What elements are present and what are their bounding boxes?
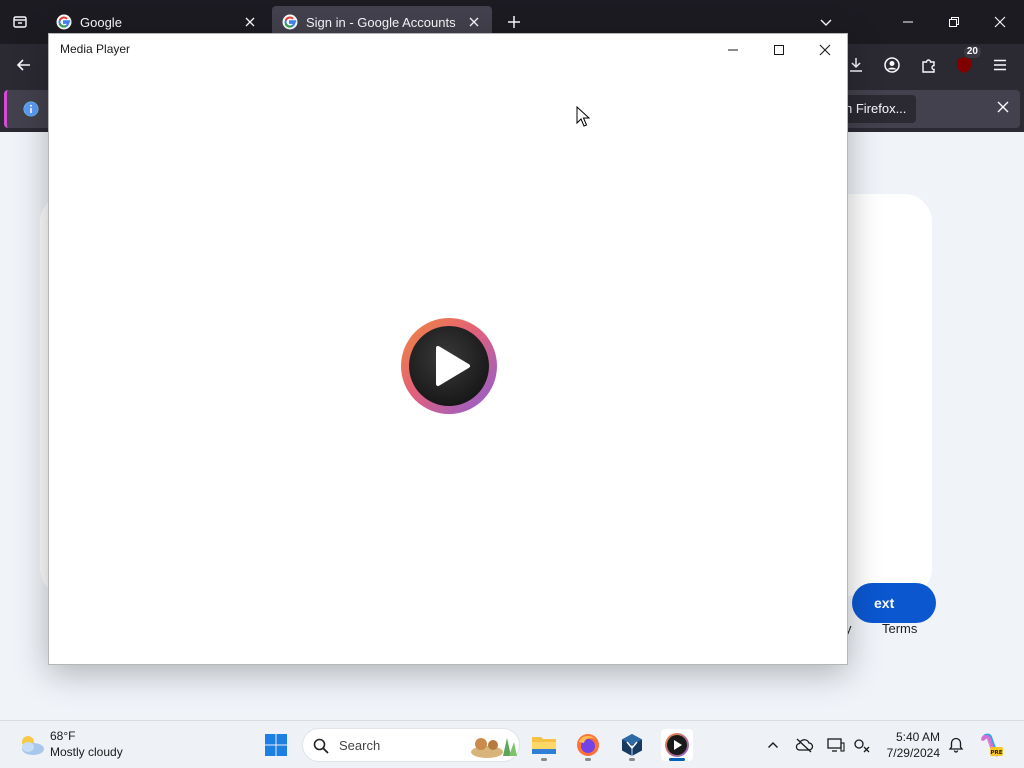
svg-text:PRE: PRE: [990, 750, 1002, 756]
running-indicator: [585, 758, 591, 761]
close-icon[interactable]: [811, 38, 839, 62]
window-title: Media Player: [60, 42, 131, 56]
virtualbox-icon[interactable]: [616, 729, 648, 761]
running-indicator: [629, 758, 635, 761]
volume-muted-icon[interactable]: [852, 735, 872, 755]
clock-date[interactable]: 7/29/2024: [880, 746, 940, 760]
media-player-logo-icon: [401, 318, 497, 414]
running-indicator: [541, 758, 547, 761]
mouse-cursor-icon: [576, 106, 590, 127]
tab-title: Sign in - Google Accounts: [306, 14, 456, 30]
show-hidden-icons-chevron-up-icon[interactable]: [763, 735, 783, 755]
file-explorer-icon[interactable]: [528, 729, 560, 761]
windows-taskbar: 68°F Mostly cloudy Search 5:40 AM 7/29/2…: [0, 720, 1024, 768]
hamburger-menu-icon[interactable]: [987, 52, 1013, 78]
media-player-taskbar-icon[interactable]: [661, 729, 693, 761]
google-favicon-icon: [56, 14, 72, 30]
windows-start-icon[interactable]: [260, 729, 292, 761]
browser-restore-icon[interactable]: [942, 10, 966, 34]
firefox-view-icon[interactable]: [8, 10, 32, 34]
close-tab-icon[interactable]: [466, 14, 482, 30]
notification-bell-icon[interactable]: [946, 735, 966, 755]
minimize-icon[interactable]: [719, 38, 747, 62]
weather-condition[interactable]: Mostly cloudy: [50, 745, 123, 759]
partly-cloudy-weather-icon[interactable]: [16, 732, 46, 758]
info-icon: [23, 101, 39, 117]
active-indicator: [669, 758, 685, 761]
search-icon: [313, 738, 329, 754]
extensions-puzzle-icon[interactable]: [916, 52, 942, 78]
network-display-icon[interactable]: [826, 735, 846, 755]
maximize-icon[interactable]: [765, 38, 793, 62]
next-button[interactable]: ext: [852, 583, 936, 623]
copilot-icon[interactable]: PRE: [980, 733, 1004, 757]
account-icon[interactable]: [879, 52, 905, 78]
back-arrow-icon[interactable]: [11, 52, 37, 78]
onedrive-offline-icon[interactable]: [794, 735, 814, 755]
browser-minimize-icon[interactable]: [896, 10, 920, 34]
weather-temperature[interactable]: 68°F: [50, 729, 75, 743]
notification-close-icon[interactable]: [997, 101, 1013, 117]
media-player-window: Media Player: [48, 33, 848, 665]
ublock-origin-icon[interactable]: 20: [951, 46, 981, 78]
taskbar-search-box[interactable]: Search: [302, 728, 520, 762]
footer-link-terms[interactable]: Terms: [882, 621, 917, 636]
list-all-tabs-chevron-icon[interactable]: [814, 10, 838, 34]
browser-close-icon[interactable]: [988, 10, 1012, 34]
new-tab-plus-icon[interactable]: [504, 12, 524, 32]
extension-badge: 20: [963, 46, 981, 58]
close-tab-icon[interactable]: [242, 14, 258, 30]
clock-time[interactable]: 5:40 AM: [880, 730, 940, 744]
search-highlight-illustration-icon: [471, 738, 517, 758]
firefox-icon[interactable]: [572, 729, 604, 761]
search-placeholder: Search: [339, 738, 381, 753]
tab-title: Google: [80, 14, 122, 30]
google-favicon-icon: [282, 14, 298, 30]
